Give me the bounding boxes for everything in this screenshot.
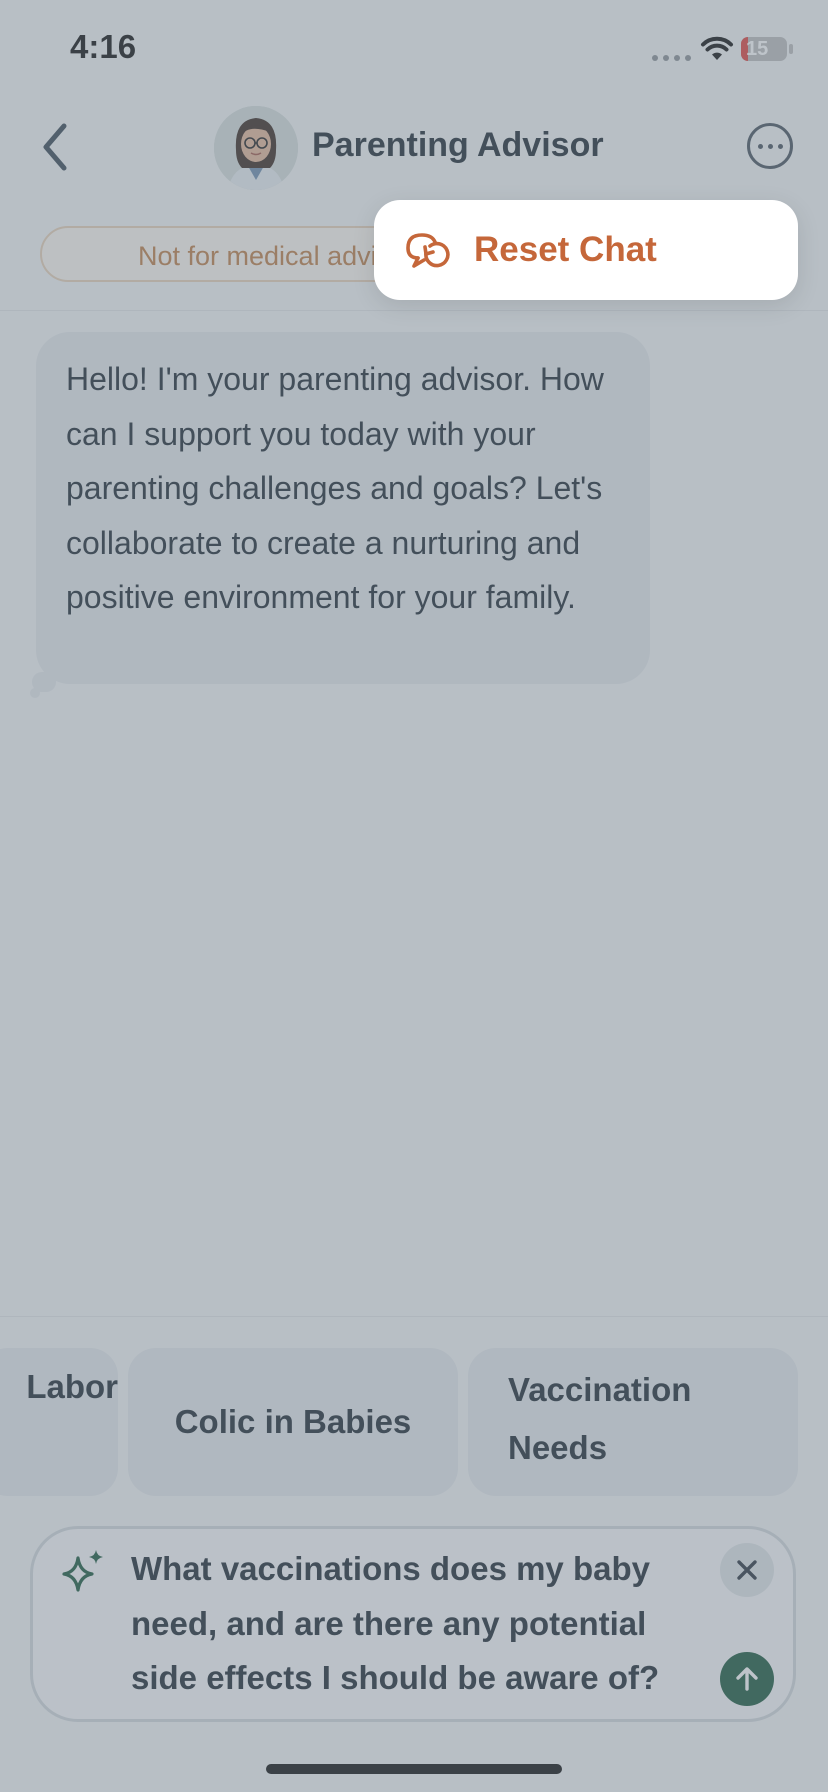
reset-chat-label: Reset Chat xyxy=(474,230,657,269)
reset-chat-icon xyxy=(406,233,450,268)
options-menu: Reset Chat xyxy=(374,200,798,300)
